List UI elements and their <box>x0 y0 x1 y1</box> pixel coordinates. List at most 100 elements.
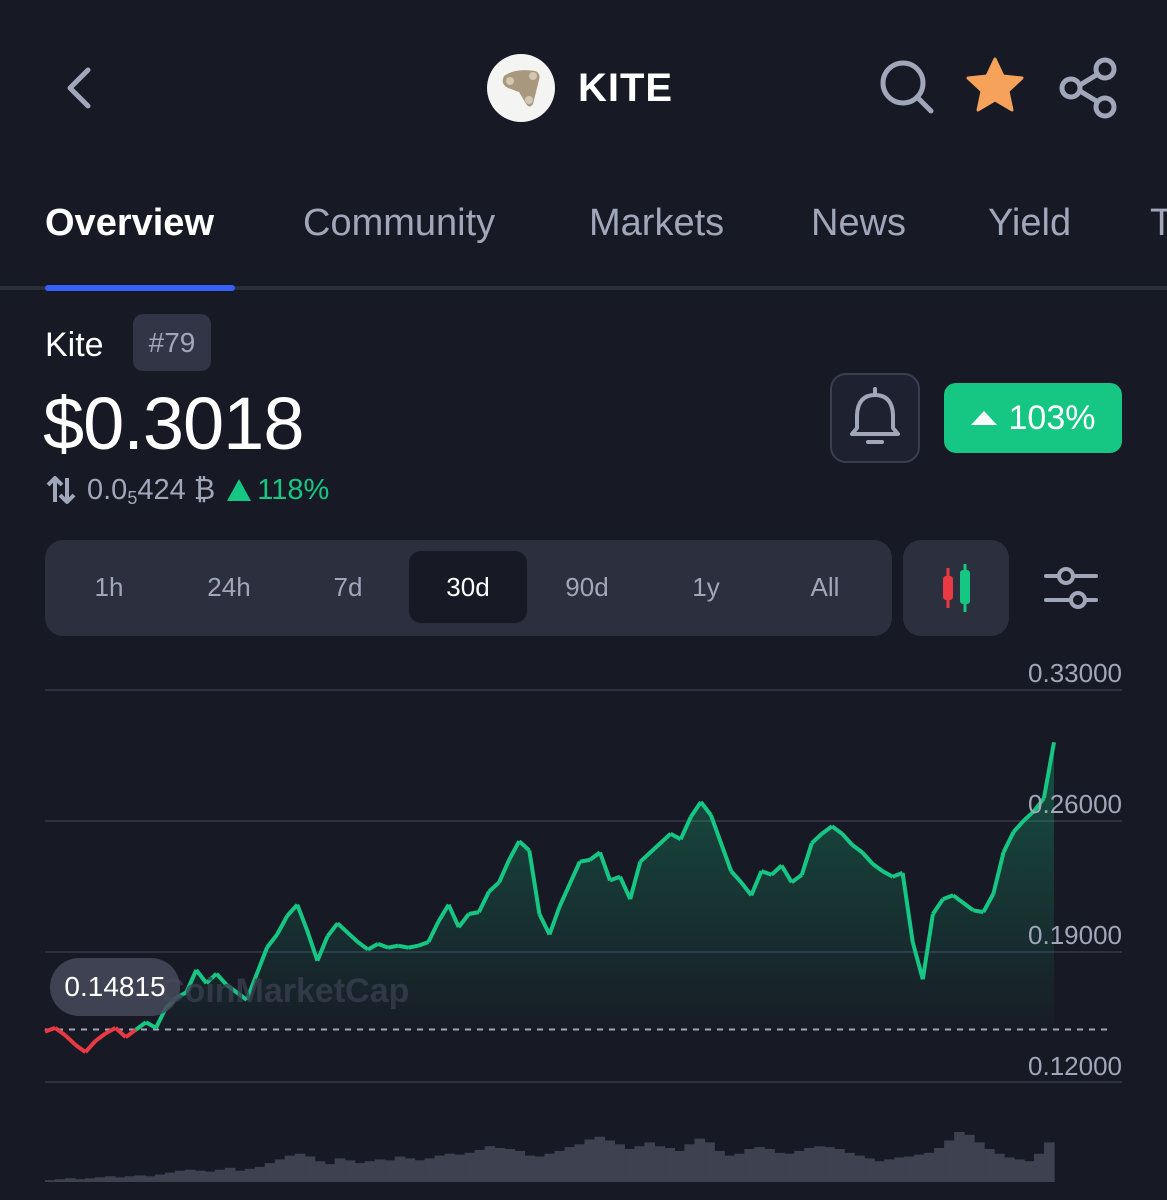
volume-bar <box>554 1150 566 1182</box>
volume-bar <box>914 1154 925 1182</box>
range-7d[interactable]: 7d <box>289 551 407 623</box>
star-icon[interactable] <box>962 53 1028 119</box>
volume-bar <box>574 1144 586 1182</box>
range-24h[interactable]: 24h <box>170 551 288 623</box>
range-90d[interactable]: 90d <box>528 551 646 623</box>
caret-up-icon <box>970 411 997 425</box>
volume-bar <box>654 1146 665 1182</box>
volume-bar <box>284 1155 296 1182</box>
volume-bar <box>624 1149 635 1182</box>
volume-bar <box>584 1139 596 1182</box>
volume-bar <box>634 1146 645 1182</box>
volume-bar <box>144 1176 156 1182</box>
range-30d[interactable]: 30d <box>409 551 527 623</box>
volume-bar <box>95 1177 106 1182</box>
volume-bar <box>414 1160 426 1182</box>
btc-change: 118% <box>227 474 329 507</box>
volume-bar <box>964 1134 975 1182</box>
volume-bar <box>784 1153 795 1182</box>
coin-price: $0.3018 <box>43 382 304 465</box>
volume-bar <box>85 1178 96 1182</box>
volume-bar <box>1024 1161 1035 1182</box>
volume-bar <box>814 1146 825 1182</box>
volume-bar <box>524 1155 536 1182</box>
btc-price-suffix: 424 ₿ <box>137 473 216 506</box>
tab-truncated[interactable]: T <box>1150 200 1167 246</box>
btc-price-row: 0.0 5 424 ₿ 118% <box>45 472 329 508</box>
volume-bar <box>994 1153 1005 1182</box>
volume-bar <box>194 1170 206 1182</box>
chevron-left-icon[interactable] <box>58 62 102 114</box>
volume-bar <box>974 1142 985 1182</box>
volume-bar <box>544 1153 556 1182</box>
chart-settings-icon[interactable] <box>1040 560 1102 616</box>
active-tab-indicator <box>45 285 235 291</box>
tab-community[interactable]: Community <box>303 200 495 246</box>
tab-overview[interactable]: Overview <box>45 200 214 246</box>
volume-bars <box>45 1132 1055 1182</box>
tab-news[interactable]: News <box>811 200 906 246</box>
coinmarketcap-watermark: CoinMarketCap <box>160 972 410 1010</box>
volume-bar <box>674 1150 685 1182</box>
volume-bar <box>324 1164 336 1182</box>
coin-detail-screen: KITE Overview Community Markets News Yie… <box>0 0 1167 1200</box>
volume-bar <box>274 1159 286 1182</box>
y-tick-label: 0.19000 <box>1028 920 1122 950</box>
search-icon[interactable] <box>876 56 938 118</box>
volume-bar <box>75 1179 86 1182</box>
volume-bar <box>474 1149 486 1182</box>
volume-bar <box>774 1152 785 1182</box>
volume-bar <box>804 1148 815 1182</box>
volume-bar <box>264 1163 276 1182</box>
volume-bar <box>854 1155 865 1182</box>
range-1y[interactable]: 1y <box>647 551 765 623</box>
volume-bar <box>184 1169 196 1182</box>
price-chart[interactable]: 0.33000 0.26000 0.19000 0.12000 CoinMark… <box>0 650 1167 1200</box>
volume-bar <box>494 1148 506 1182</box>
volume-bar <box>464 1152 476 1182</box>
volume-bar <box>114 1177 126 1182</box>
volume-bar <box>604 1140 615 1182</box>
tab-markets[interactable]: Markets <box>589 200 724 246</box>
volume-bar <box>754 1147 765 1182</box>
volume-bar <box>214 1169 226 1182</box>
range-1h[interactable]: 1h <box>50 551 168 623</box>
btc-price-zero-count: 5 <box>127 487 138 508</box>
volume-bar <box>704 1142 715 1182</box>
baseline-price-label: 0.14815 <box>50 958 180 1016</box>
volume-bar <box>534 1156 546 1182</box>
share-icon[interactable] <box>1055 55 1121 121</box>
volume-bar <box>944 1140 955 1182</box>
volume-bar <box>1034 1153 1045 1182</box>
volume-bar <box>174 1170 186 1182</box>
volume-bar <box>694 1138 705 1182</box>
rank-badge: #79 <box>133 314 211 371</box>
bell-icon <box>850 387 900 444</box>
volume-bar <box>294 1153 306 1182</box>
volume-bar <box>934 1148 945 1182</box>
volume-bar <box>65 1178 76 1182</box>
volume-bar <box>304 1156 316 1182</box>
price-alert-button[interactable] <box>830 373 920 463</box>
volume-bar <box>954 1132 965 1182</box>
y-tick-label: 0.12000 <box>1028 1051 1122 1081</box>
volume-bar <box>404 1158 416 1182</box>
volume-bar <box>1014 1159 1025 1182</box>
btc-change-value: 118% <box>257 473 330 506</box>
volume-bar <box>894 1157 905 1182</box>
volume-bar <box>614 1144 625 1182</box>
tab-yield[interactable]: Yield <box>988 200 1071 246</box>
volume-bar <box>104 1176 116 1182</box>
volume-bar <box>224 1167 236 1182</box>
range-all[interactable]: All <box>766 551 884 623</box>
volume-bar <box>354 1163 366 1182</box>
volume-bar <box>484 1146 496 1182</box>
volume-bar <box>254 1166 266 1182</box>
price-change-badge: 103% <box>944 383 1122 453</box>
candlestick-toggle-button[interactable] <box>903 540 1009 636</box>
coin-name: Kite <box>45 326 104 364</box>
volume-bar <box>424 1158 436 1182</box>
volume-bar <box>164 1172 176 1182</box>
volume-bar <box>244 1168 256 1182</box>
swap-icon[interactable] <box>45 474 77 506</box>
